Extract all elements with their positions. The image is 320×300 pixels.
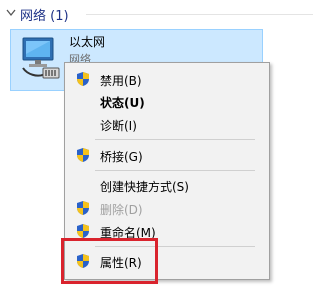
menu-item-label: 桥接(G): [100, 150, 143, 164]
menu-item-label: 诊断(I): [100, 119, 137, 133]
uac-shield-icon: [77, 148, 89, 162]
menu-item-label: 状态(U): [100, 96, 145, 110]
menu-item-label: 禁用(B): [100, 74, 142, 88]
menu-separator: [95, 170, 255, 171]
uac-shield-icon: [77, 72, 89, 86]
item-name: 以太网: [69, 35, 106, 49]
menu-item-delete: 删除(D): [65, 197, 269, 219]
group-divider: [86, 14, 313, 15]
menu-item-status[interactable]: 状态(U): [65, 90, 269, 112]
group-title: 网络 (1): [20, 9, 69, 24]
group-header[interactable]: 网络 (1): [0, 0, 313, 26]
chevron-down-icon[interactable]: [6, 9, 16, 17]
menu-item-diagnose[interactable]: 诊断(I): [65, 113, 269, 135]
menu-item-label: 创建快捷方式(S): [100, 180, 189, 194]
menu-item-create-shortcut[interactable]: 创建快捷方式(S): [65, 174, 269, 196]
menu-item-label: 删除(D): [100, 203, 143, 217]
network-adapter-icon: [22, 37, 60, 79]
menu-item-bridge[interactable]: 桥接(G): [65, 144, 269, 166]
menu-item-disable[interactable]: 禁用(B): [65, 68, 269, 90]
uac-shield-icon: [77, 224, 89, 238]
menu-separator: [95, 139, 255, 140]
uac-shield-icon: [77, 201, 89, 215]
highlight-box: [61, 238, 158, 284]
